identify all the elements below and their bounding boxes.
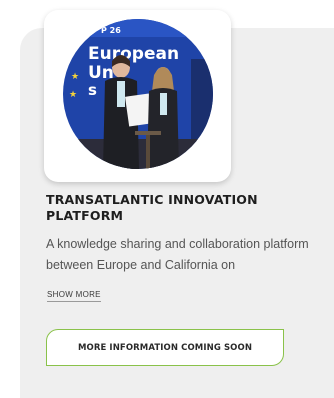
photo-person-left-lanyard bbox=[117, 81, 125, 107]
project-photo: ★ ★ P 26 European Un s bbox=[63, 19, 213, 169]
photo-table bbox=[135, 131, 161, 135]
project-photo-image: ★ ★ P 26 European Un s bbox=[63, 19, 213, 169]
photo-banner-line-1: European bbox=[88, 44, 179, 64]
show-more-link[interactable]: SHOW MORE bbox=[47, 290, 101, 302]
card-description: A knowledge sharing and collaboration pl… bbox=[46, 237, 309, 272]
photo-star-icon: ★ bbox=[71, 72, 79, 82]
photo-banner-line-3: s bbox=[88, 81, 97, 99]
card-title: TRANSATLANTIC INNOVATION PLATFORM bbox=[46, 192, 258, 223]
more-information-button[interactable]: MORE INFORMATION COMING SOON bbox=[46, 329, 284, 366]
photo-banner-badge: P 26 bbox=[101, 26, 121, 35]
photo-star-icon: ★ bbox=[69, 90, 77, 100]
photo-table-leg bbox=[146, 135, 150, 169]
photo-person-right-lanyard bbox=[160, 93, 167, 115]
